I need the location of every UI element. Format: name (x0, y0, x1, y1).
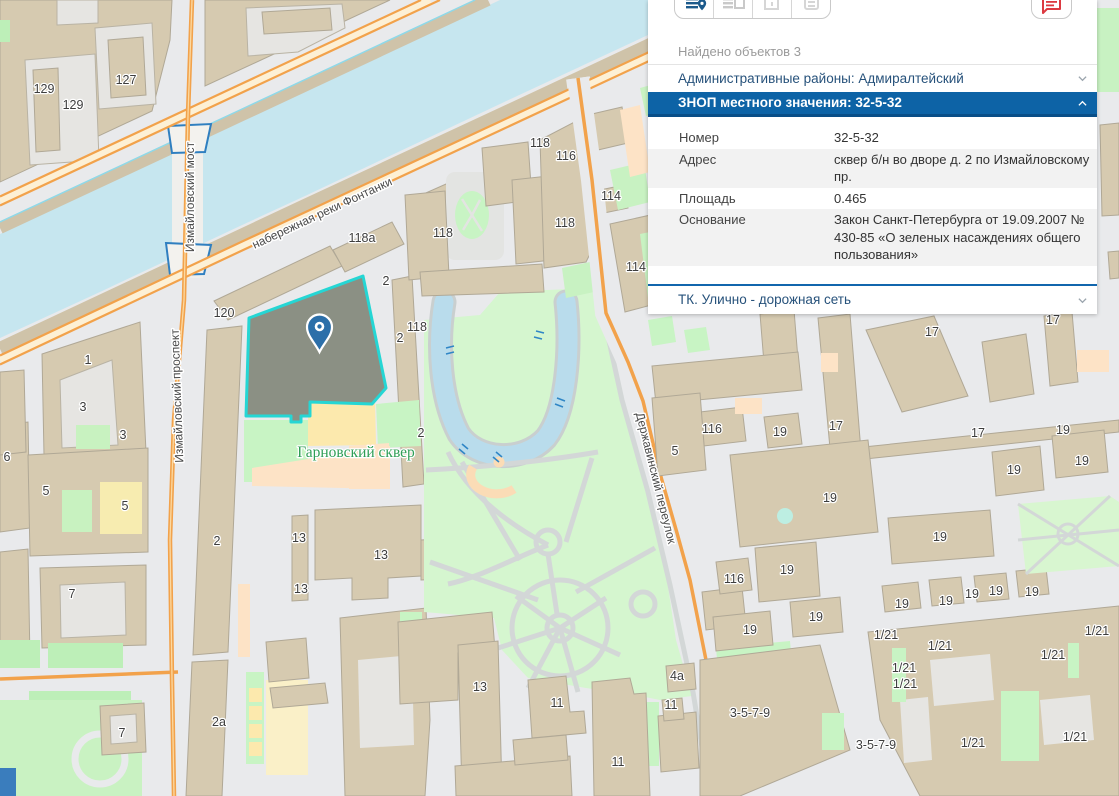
svg-text:19: 19 (933, 530, 947, 544)
svg-text:120: 120 (214, 306, 235, 320)
svg-text:3: 3 (80, 400, 87, 414)
svg-text:118a: 118a (349, 231, 376, 245)
svg-text:1/21: 1/21 (1041, 648, 1065, 662)
svg-text:2: 2 (383, 274, 390, 288)
svg-text:116: 116 (556, 149, 576, 163)
svg-text:129: 129 (34, 82, 55, 96)
svg-text:2: 2 (418, 426, 425, 440)
svg-text:17: 17 (829, 419, 843, 433)
svg-text:7: 7 (119, 726, 126, 740)
svg-text:1/21: 1/21 (1085, 624, 1109, 638)
svg-text:127: 127 (116, 73, 137, 87)
svg-text:11: 11 (665, 698, 678, 712)
svg-text:17: 17 (971, 426, 985, 440)
svg-text:114: 114 (601, 189, 621, 203)
svg-text:19: 19 (780, 563, 794, 577)
svg-text:19: 19 (965, 587, 979, 601)
svg-text:3: 3 (120, 428, 127, 442)
svg-text:19: 19 (743, 623, 757, 637)
svg-text:19: 19 (1007, 463, 1021, 477)
svg-text:2a: 2a (212, 715, 226, 729)
svg-text:19: 19 (939, 594, 953, 608)
svg-text:6: 6 (4, 450, 11, 464)
svg-text:118: 118 (530, 136, 550, 150)
svg-text:1/21: 1/21 (892, 661, 916, 675)
svg-text:19: 19 (1056, 423, 1070, 437)
svg-text:116: 116 (724, 572, 744, 586)
svg-text:13: 13 (292, 531, 306, 545)
svg-text:118: 118 (407, 320, 427, 334)
svg-text:5: 5 (122, 499, 129, 513)
svg-text:116: 116 (702, 422, 722, 436)
svg-text:Измайловский мост: Измайловский мост (183, 141, 197, 252)
svg-text:11: 11 (612, 755, 625, 769)
svg-text:19: 19 (989, 584, 1003, 598)
svg-text:13: 13 (473, 680, 487, 694)
svg-text:2: 2 (214, 534, 221, 548)
svg-text:3-5-7-9: 3-5-7-9 (856, 738, 896, 752)
svg-text:5: 5 (43, 484, 50, 498)
svg-text:1/21: 1/21 (874, 628, 898, 642)
svg-text:118: 118 (555, 216, 575, 230)
svg-text:1/21: 1/21 (928, 639, 952, 653)
svg-text:19: 19 (895, 597, 909, 611)
svg-text:1/21: 1/21 (1063, 730, 1087, 744)
svg-text:17: 17 (1046, 313, 1060, 327)
svg-text:19: 19 (1025, 585, 1039, 599)
svg-text:2: 2 (397, 331, 404, 345)
svg-text:19: 19 (773, 425, 787, 439)
svg-text:19: 19 (809, 610, 823, 624)
svg-text:13: 13 (374, 548, 388, 562)
svg-text:13: 13 (294, 582, 308, 596)
svg-text:3-5-7-9: 3-5-7-9 (730, 706, 770, 720)
svg-text:4a: 4a (670, 669, 684, 683)
svg-text:19: 19 (823, 491, 837, 505)
svg-text:7: 7 (69, 587, 76, 601)
svg-text:118: 118 (433, 226, 453, 240)
svg-text:11: 11 (551, 696, 564, 710)
svg-text:17: 17 (925, 325, 939, 339)
svg-text:114: 114 (626, 260, 646, 274)
svg-text:1/21: 1/21 (893, 677, 917, 691)
svg-text:Гарновский сквер: Гарновский сквер (297, 444, 415, 461)
svg-text:1: 1 (85, 353, 92, 367)
svg-text:129: 129 (63, 98, 84, 112)
svg-text:5: 5 (672, 444, 679, 458)
svg-text:1/21: 1/21 (961, 736, 985, 750)
svg-text:19: 19 (1075, 454, 1089, 468)
